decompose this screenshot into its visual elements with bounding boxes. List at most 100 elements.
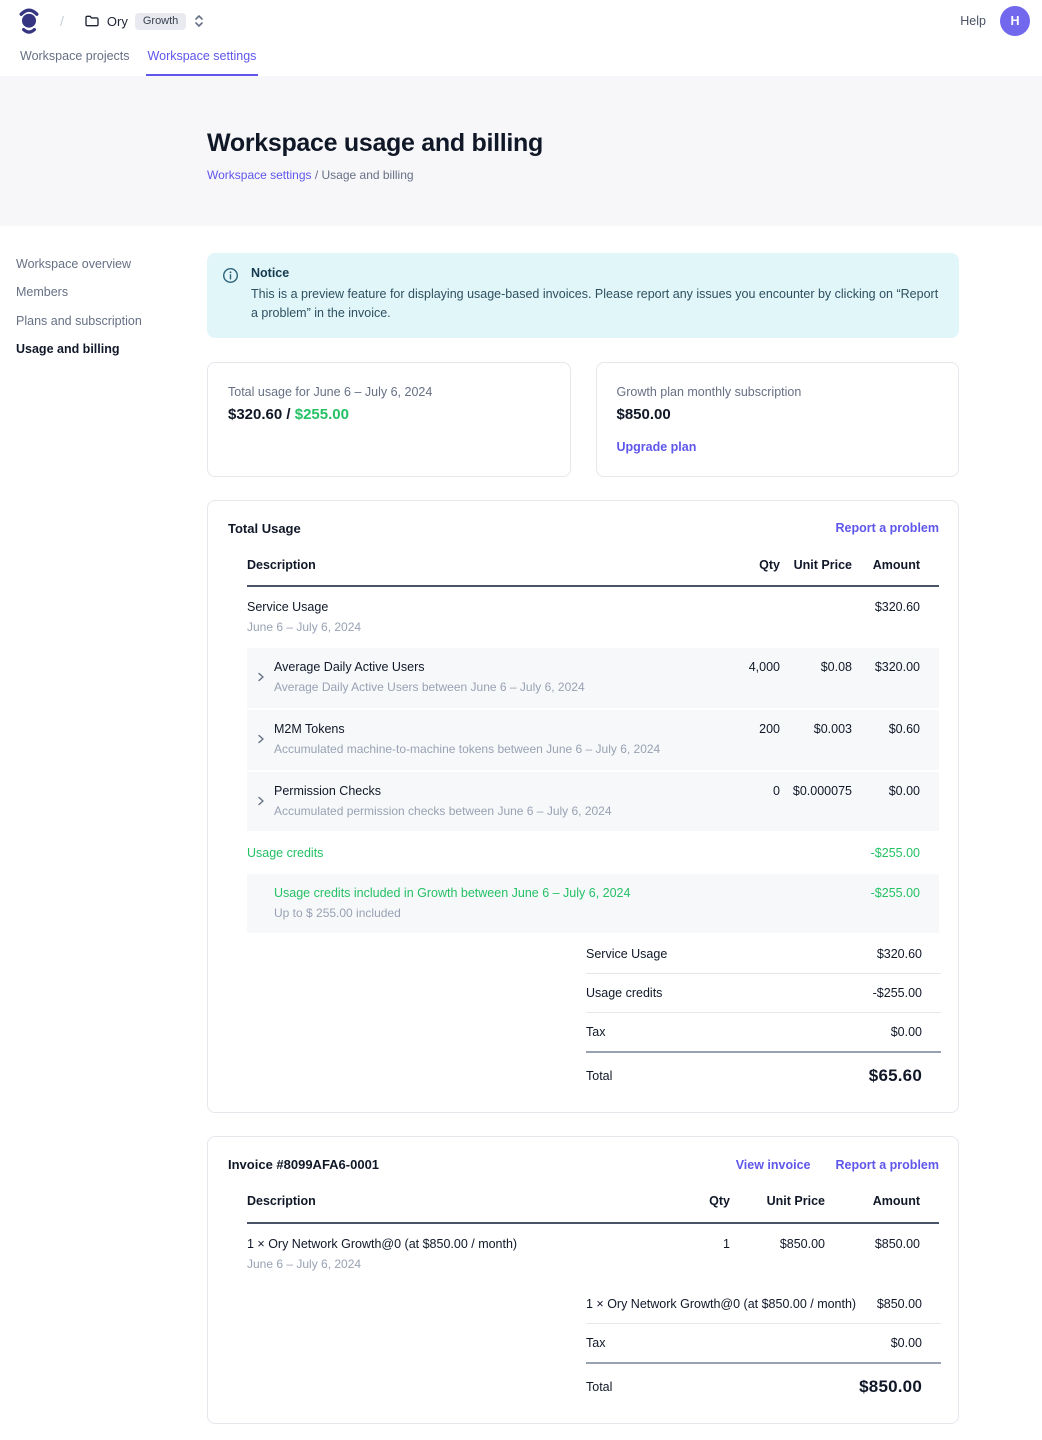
breadcrumb: Workspace settings / Usage and billing <box>207 168 1042 182</box>
summary-value: $0.00 <box>891 1336 922 1350</box>
row-amount: $320.00 <box>852 659 920 675</box>
column-header-unit-price: Unit Price <box>730 1193 825 1209</box>
row-amount: $0.60 <box>852 721 920 737</box>
sidebar-item-members[interactable]: Members <box>16 285 207 299</box>
view-invoice-link[interactable]: View invoice <box>736 1158 811 1172</box>
breadcrumb-current: / Usage and billing <box>312 168 414 182</box>
tab-workspace-settings[interactable]: Workspace settings <box>146 49 259 76</box>
tab-workspace-projects[interactable]: Workspace projects <box>18 49 132 76</box>
summary-label: Usage credits <box>586 986 662 1000</box>
summary-row: Tax$0.00 <box>586 1324 941 1362</box>
row-subtitle: Accumulated permission checks between Ju… <box>274 804 612 820</box>
row-text: M2M Tokens Accumulated machine-to-machine… <box>274 721 660 758</box>
sidebar-item-plans-and-subscription[interactable]: Plans and subscription <box>16 314 207 328</box>
column-header-description: Description <box>247 557 708 573</box>
invoice-title: Invoice #8099AFA6-0001 <box>228 1157 379 1172</box>
row-title: Service Usage <box>247 599 361 615</box>
page-title: Workspace usage and billing <box>207 129 1042 158</box>
chevron-right-icon[interactable] <box>256 796 266 806</box>
invoice-summary: 1 × Ory Network Growth@0 (at $850.00 / m… <box>586 1285 941 1403</box>
row-title: Permission Checks <box>274 783 612 799</box>
row-title: M2M Tokens <box>274 721 660 737</box>
total-value: $65.60 <box>869 1066 922 1086</box>
plan-badge: Growth <box>135 13 186 30</box>
chevron-right-icon[interactable] <box>256 734 266 744</box>
usage-separator: / <box>282 406 295 423</box>
summary-row: 1 × Ory Network Growth@0 (at $850.00 / m… <box>586 1285 941 1324</box>
row-text: Average Daily Active Users Average Daily … <box>274 659 585 696</box>
row-text: Usage credits <box>247 845 323 861</box>
row-description: Permission Checks Accumulated permission … <box>247 783 708 820</box>
notice-title: Notice <box>251 266 941 280</box>
table-row: Usage credits-$255.00 <box>247 833 939 873</box>
summary-value: $0.00 <box>891 1025 922 1039</box>
row-unit-price: $0.003 <box>780 721 852 737</box>
table-row[interactable]: Permission Checks Accumulated permission … <box>247 772 939 834</box>
row-description: Average Daily Active Users Average Daily … <box>247 659 708 696</box>
summary-row: Service Usage$320.60 <box>586 935 941 974</box>
row-amount: $850.00 <box>825 1236 920 1252</box>
breadcrumb-settings-link[interactable]: Workspace settings <box>207 168 312 182</box>
sidebar-item-workspace-overview[interactable]: Workspace overview <box>16 257 207 271</box>
row-text: 1 × Ory Network Growth@0 (at $850.00 / m… <box>247 1236 517 1273</box>
row-description: 1 × Ory Network Growth@0 (at $850.00 / m… <box>247 1236 640 1273</box>
table-row: 1 × Ory Network Growth@0 (at $850.00 / m… <box>247 1224 939 1285</box>
row-amount: -$255.00 <box>852 885 920 901</box>
row-text: Service Usage June 6 – July 6, 2024 <box>247 599 361 636</box>
usage-report-problem-link[interactable]: Report a problem <box>836 521 940 535</box>
workspace-name: Ory <box>107 14 128 29</box>
row-qty: 200 <box>708 721 780 737</box>
column-header-description: Description <box>247 1193 640 1209</box>
avatar[interactable]: H <box>1000 6 1030 36</box>
plan-card: Growth plan monthly subscription $850.00… <box>596 362 960 477</box>
invoice-report-problem-link[interactable]: Report a problem <box>836 1158 940 1172</box>
row-text: Usage credits included in Growth between… <box>274 885 630 922</box>
summary-value: -$255.00 <box>873 986 922 1000</box>
total-usage-card: Total usage for June 6 – July 6, 2024 $3… <box>207 362 571 477</box>
sidebar: Workspace overview Members Plans and subsc… <box>0 226 207 1424</box>
column-header-amount: Amount <box>825 1193 920 1209</box>
total-usage-value: $320.60 / $255.00 <box>228 406 550 423</box>
row-unit-price: $0.08 <box>780 659 852 675</box>
row-description: M2M Tokens Accumulated machine-to-machine… <box>247 721 708 758</box>
total-usage-panel: Total Usage Report a problem Description… <box>207 500 959 1114</box>
total-value: $850.00 <box>859 1377 922 1397</box>
usage-panel-title: Total Usage <box>228 521 301 536</box>
row-amount: $320.60 <box>852 599 920 615</box>
chevron-right-icon[interactable] <box>256 672 266 682</box>
row-subtitle: Average Daily Active Users between June … <box>274 680 585 696</box>
row-subtitle: June 6 – July 6, 2024 <box>247 620 361 636</box>
plan-price: $850.00 <box>617 406 939 423</box>
column-header-amount: Amount <box>852 557 920 573</box>
sidebar-item-usage-and-billing[interactable]: Usage and billing <box>16 342 207 356</box>
table-header-row: DescriptionQtyUnit PriceAmount <box>247 553 939 587</box>
row-description: Service Usage June 6 – July 6, 2024 <box>247 599 708 636</box>
ory-logo-icon[interactable] <box>18 7 40 35</box>
plan-label: Growth plan monthly subscription <box>617 385 939 399</box>
table-row: Usage credits included in Growth between… <box>247 874 939 936</box>
summary-row: Usage credits -$255.00 <box>586 974 941 1013</box>
breadcrumb-separator: / <box>60 13 64 29</box>
row-qty: 1 <box>640 1236 730 1252</box>
tab-bar: Workspace projects Workspace settings <box>0 42 1042 76</box>
row-title: Usage credits <box>247 845 323 861</box>
row-subtitle: Accumulated machine-to-machine tokens be… <box>274 742 660 758</box>
table-row[interactable]: Average Daily Active Users Average Daily … <box>247 648 939 710</box>
table-row[interactable]: M2M Tokens Accumulated machine-to-machine… <box>247 710 939 772</box>
upgrade-plan-link[interactable]: Upgrade plan <box>617 440 697 454</box>
summary-value: $850.00 <box>877 1297 922 1311</box>
invoice-table: DescriptionQtyUnit PriceAmount1 × Ory Ne… <box>247 1189 939 1284</box>
usage-table: DescriptionQtyUnit PriceAmount Service Us… <box>247 553 939 936</box>
info-icon <box>222 267 239 324</box>
row-description: Usage credits included in Growth between… <box>247 885 708 922</box>
summary-total-row: Total$65.60 <box>586 1051 941 1092</box>
workspace-switcher[interactable]: Ory Growth <box>84 13 205 30</box>
summary-label: 1 × Ory Network Growth@0 (at $850.00 / m… <box>586 1297 856 1311</box>
invoice-panel: Invoice #8099AFA6-0001 View invoice Repo… <box>207 1136 959 1423</box>
hero-section: Workspace usage and billing Workspace se… <box>0 76 1042 226</box>
usage-credit-amount: $255.00 <box>295 406 349 423</box>
row-title: Average Daily Active Users <box>274 659 585 675</box>
row-unit-price: $850.00 <box>730 1236 825 1252</box>
help-link[interactable]: Help <box>960 14 986 28</box>
usage-used-amount: $320.60 <box>228 406 282 423</box>
